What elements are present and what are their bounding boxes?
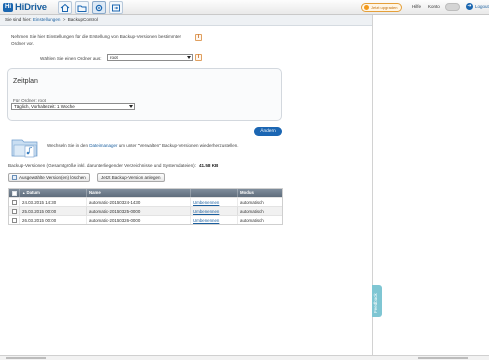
- info-icon[interactable]: i: [195, 54, 202, 61]
- breadcrumb: Sie sind hier: Einstellungen > BackupCon…: [0, 15, 372, 26]
- folder-select-value: root: [110, 55, 118, 60]
- column-header-name[interactable]: Name: [86, 189, 190, 197]
- app-name: HiDrive: [15, 2, 47, 13]
- column-header-mode[interactable]: Modus: [237, 189, 282, 197]
- folder-icon[interactable]: [75, 1, 89, 14]
- column-header-date[interactable]: ▲Datum: [19, 189, 86, 197]
- schedule-select-value: Täglich, Vorhaltezeit: 1 Woche: [14, 104, 75, 109]
- settings-icon[interactable]: [92, 1, 106, 14]
- chevron-down-icon: [187, 56, 191, 59]
- right-panel: [372, 15, 489, 360]
- delete-icon: [12, 175, 17, 180]
- account-avatar[interactable]: [445, 3, 460, 11]
- table-row: 25.03.2015 00:00 automatic-20150325-0000…: [9, 206, 282, 215]
- app-window: Hi HiDrive Jetzt upgraden Hilfe Konto ➜: [0, 0, 489, 360]
- schedule-title: Zeitplan: [13, 78, 38, 85]
- row-name: automatic-20150325-0000: [86, 207, 190, 215]
- share-icon[interactable]: [109, 1, 123, 14]
- row-name: automatic-20150324-1430: [86, 198, 190, 206]
- breadcrumb-item-einstellungen[interactable]: Einstellungen: [33, 17, 61, 22]
- logo[interactable]: Hi HiDrive: [3, 2, 47, 13]
- feedback-label: Feedback: [373, 293, 378, 313]
- rename-link[interactable]: Umbenennen: [190, 198, 237, 206]
- row-date: 24.03.2015 14:30: [19, 198, 86, 206]
- status-right: [418, 357, 468, 359]
- upgrade-label: Jetzt upgraden: [371, 5, 398, 10]
- home-icon[interactable]: [58, 1, 72, 14]
- chevron-down-icon: [129, 105, 133, 108]
- backup-size-summary: Backup-Versionen (Gesamtgröße inkl. daru…: [8, 163, 218, 168]
- delete-selected-button[interactable]: Ausgewählte Version(en) löschen: [8, 173, 90, 182]
- schedule-panel: Zeitplan Für Ordner: root: [7, 68, 282, 121]
- logo-mark: Hi: [3, 3, 13, 12]
- row-checkbox-cell: [9, 207, 19, 215]
- table-header: ▲Datum Name Modus: [9, 189, 282, 197]
- info-icon[interactable]: i: [195, 34, 202, 41]
- change-button[interactable]: Ändern: [254, 127, 282, 136]
- create-backup-label: Jetzt Backup-Version anlegen: [101, 175, 161, 180]
- backup-size-value: 41.58 KB: [198, 163, 219, 168]
- breadcrumb-prefix: Sie sind hier:: [5, 17, 32, 22]
- top-bar: Hi HiDrive Jetzt upgraden Hilfe Konto ➜: [0, 0, 489, 15]
- row-mode: automatisch: [237, 216, 282, 224]
- upgrade-icon: [364, 5, 369, 10]
- table-row: 24.03.2015 14:30 automatic-20150324-1430…: [9, 197, 282, 206]
- row-checkbox[interactable]: [11, 217, 17, 223]
- file-manager-text-before: Wechseln Sie in den: [47, 143, 88, 148]
- breadcrumb-item-backupcontrol: BackupControl: [67, 17, 98, 22]
- row-mode: automatisch: [237, 207, 282, 215]
- main-nav: [58, 1, 123, 14]
- column-header-date-label: Datum: [26, 190, 40, 195]
- select-all-cell: [9, 189, 19, 197]
- logout-button[interactable]: ➜ Logout: [466, 3, 489, 10]
- file-manager-icon: [11, 139, 38, 158]
- delete-selected-label: Ausgewählte Version(en) löschen: [19, 175, 86, 180]
- row-checkbox[interactable]: [11, 199, 17, 205]
- row-date: 26.03.2015 00:00: [19, 216, 86, 224]
- folder-select-label: Wählen Sie einen Ordner aus:: [40, 56, 102, 61]
- help-link[interactable]: Hilfe: [412, 4, 421, 9]
- select-all-checkbox[interactable]: [11, 190, 17, 196]
- file-manager-link[interactable]: Dateimanager: [89, 143, 117, 148]
- rename-link[interactable]: Umbenennen: [190, 216, 237, 224]
- row-checkbox-cell: [9, 198, 19, 206]
- create-backup-button[interactable]: Jetzt Backup-Version anlegen: [97, 173, 165, 182]
- folder-select[interactable]: root: [107, 54, 193, 61]
- breadcrumb-separator: >: [62, 17, 66, 22]
- file-manager-text-after: um unter "Verwalten" Backup-Versionen wi…: [118, 143, 239, 148]
- backup-size-label: Backup-Versionen (Gesamtgröße inkl. daru…: [8, 163, 196, 168]
- row-name: automatic-20150326-0000: [86, 216, 190, 224]
- sort-ascending-icon: ▲: [22, 191, 26, 195]
- row-checkbox-cell: [9, 216, 19, 224]
- rename-link[interactable]: Umbenennen: [190, 207, 237, 215]
- intro-text: Nehmen Sie hier Einstellungen für die Er…: [11, 34, 182, 46]
- logout-icon: ➜: [466, 3, 473, 10]
- row-checkbox[interactable]: [11, 208, 17, 214]
- backup-table: ▲Datum Name Modus 24.03.2015 14:30 autom…: [8, 188, 283, 225]
- row-date: 25.03.2015 00:00: [19, 207, 86, 215]
- status-left: [6, 357, 46, 359]
- row-mode: automatisch: [237, 198, 282, 206]
- table-row: 26.03.2015 00:00 automatic-20150326-0000…: [9, 215, 282, 224]
- upgrade-button[interactable]: Jetzt upgraden: [361, 3, 403, 12]
- status-bar: [0, 355, 489, 360]
- logout-label: Logout: [475, 4, 489, 9]
- column-header-rename: [190, 189, 237, 197]
- file-manager-hint: Wechseln Sie in den Dateimanager um unte…: [47, 143, 239, 148]
- schedule-select[interactable]: Täglich, Vorhaltezeit: 1 Woche: [11, 103, 135, 110]
- feedback-tab[interactable]: Feedback: [372, 285, 382, 317]
- account-link[interactable]: Konto: [428, 4, 440, 9]
